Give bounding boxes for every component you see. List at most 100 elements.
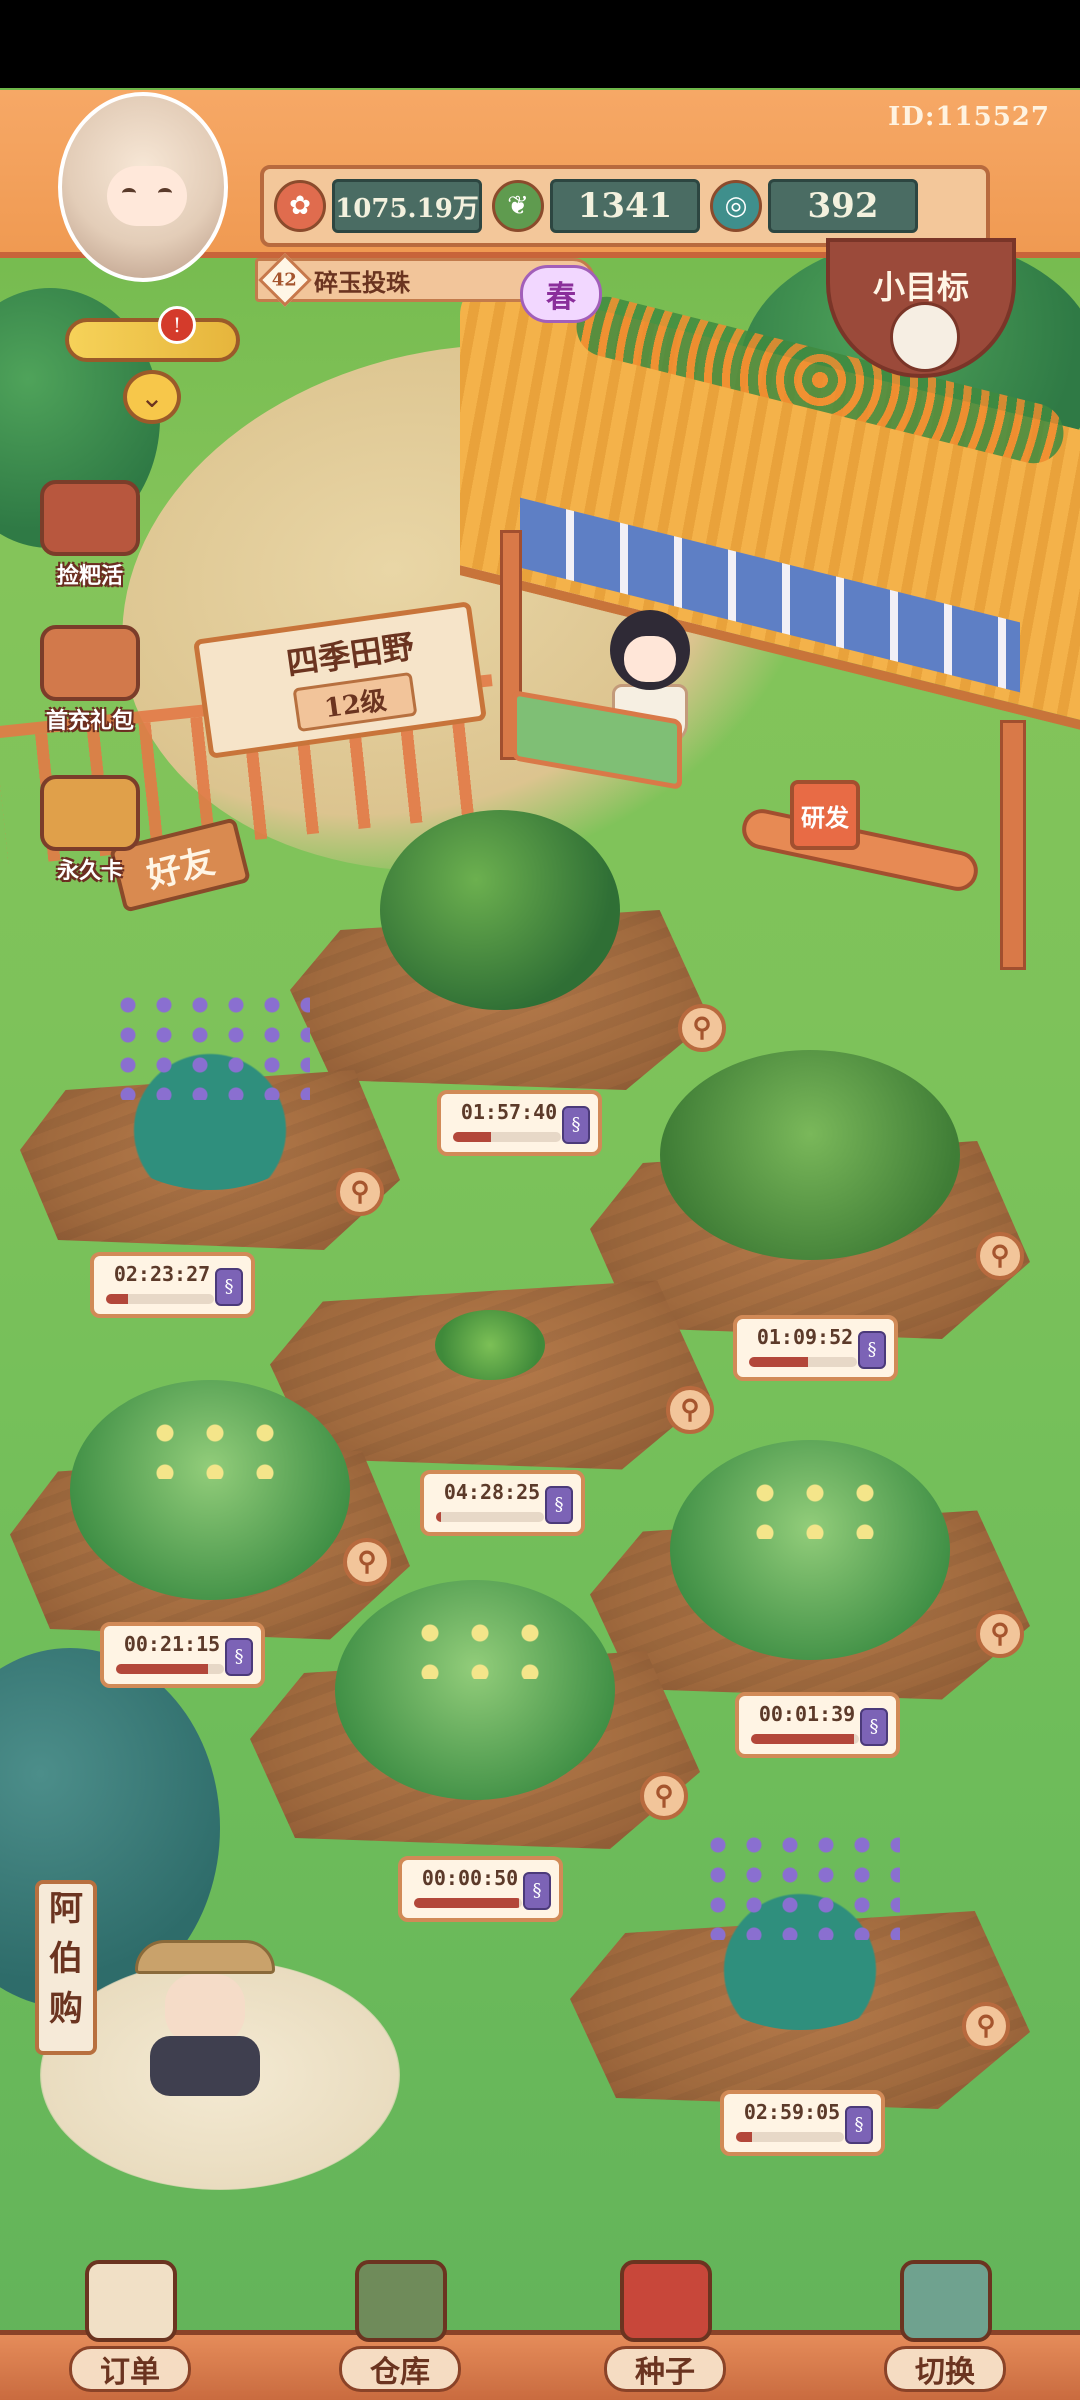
timer-text: 01:57:40 xyxy=(460,1100,558,1124)
inspect-plot-4-button[interactable]: ⚲ xyxy=(666,1386,714,1434)
research-station[interactable]: 研发 xyxy=(738,760,990,900)
timer-fill xyxy=(749,1357,809,1367)
plot-7-timer: 00:00:50 § xyxy=(398,1856,563,1922)
nav-seeds[interactable]: 种子 xyxy=(590,2260,740,2400)
map-icon xyxy=(900,2260,992,2342)
speedup-icon[interactable]: § xyxy=(225,1638,253,1676)
inspect-plot-7-button[interactable]: ⚲ xyxy=(640,1772,688,1820)
farm-sign[interactable]: 四季田野 12级 xyxy=(160,530,487,759)
resource-bar: ✿ 1075.19万 ❦ 1341 ◎ 392 xyxy=(260,165,990,247)
leaf-value: 1341 xyxy=(550,179,700,233)
level-title: 碎玉投珠 xyxy=(314,267,410,297)
chest-icon xyxy=(40,480,140,556)
plot-5-timer: 00:21:15 § xyxy=(100,1622,265,1688)
nav-orders[interactable]: 订单 xyxy=(55,2260,205,2400)
shop-banner-char: 阿 xyxy=(49,1889,83,1929)
chevron-down-icon[interactable]: ⌄ xyxy=(123,370,181,424)
plot-1-timer: 01:57:40 § xyxy=(437,1090,602,1156)
speedup-icon[interactable]: § xyxy=(860,1708,888,1746)
gem-resource[interactable]: ◎ 392 xyxy=(710,179,918,233)
coin-icon: ✿ xyxy=(274,180,326,232)
nav-warehouse[interactable]: 仓库 xyxy=(325,2260,475,2400)
plot-8[interactable] xyxy=(570,1830,1030,2120)
speedup-icon[interactable]: § xyxy=(545,1486,573,1524)
inspect-plot-2-button[interactable]: ⚲ xyxy=(336,1168,384,1216)
shop-banner: 阿 伯 购 xyxy=(35,1880,97,2055)
plant-sprout xyxy=(435,1310,545,1380)
seed-book-icon xyxy=(620,2260,712,2342)
speedup-icon[interactable]: § xyxy=(858,1331,886,1369)
side-button-permanent-card[interactable]: 永久卡 xyxy=(35,775,145,885)
bottom-nav: 订单 仓库 种子 切换 xyxy=(0,2260,1080,2400)
plant-flower xyxy=(670,1440,950,1660)
side-button-first-charge[interactable]: 首充礼包 xyxy=(35,625,145,735)
coin-resource[interactable]: ✿ 1075.19万 xyxy=(274,179,482,233)
season-badge[interactable]: 春 xyxy=(520,265,602,323)
shop-banner-char: 购 xyxy=(49,1989,83,2029)
level-badge: 42 xyxy=(258,253,312,307)
timer-text: 02:23:27 xyxy=(113,1262,211,1286)
timer-bar xyxy=(736,2132,844,2142)
timer-bar xyxy=(414,1898,522,1908)
shop-banner-char: 伯 xyxy=(49,1939,83,1979)
speedup-icon[interactable]: § xyxy=(562,1106,590,1144)
speedup-icon[interactable]: § xyxy=(215,1268,243,1306)
side-label: 捡粑活 xyxy=(56,563,123,589)
side-label: 永久卡 xyxy=(56,858,123,884)
leaf-resource[interactable]: ❦ 1341 xyxy=(492,179,700,233)
timer-bar xyxy=(751,1734,859,1744)
gem-icon: ◎ xyxy=(710,180,762,232)
timer-fill xyxy=(751,1734,854,1744)
timer-bar xyxy=(453,1132,561,1142)
player-avatar[interactable] xyxy=(58,92,228,282)
timer-fill xyxy=(436,1512,442,1522)
timer-text: 00:01:39 xyxy=(758,1702,856,1726)
timer-text: 00:21:15 xyxy=(123,1632,221,1656)
plant-lavender xyxy=(675,1830,925,2030)
plant-flower xyxy=(70,1380,350,1600)
clipboard-icon xyxy=(85,2260,177,2342)
plant-lavender xyxy=(85,990,335,1190)
inspect-plot-8-button[interactable]: ⚲ xyxy=(962,2002,1010,2050)
inspect-plot-5-button[interactable]: ⚲ xyxy=(343,1538,391,1586)
plot-3-timer: 01:09:52 § xyxy=(733,1315,898,1381)
plot-2-timer: 02:23:27 § xyxy=(90,1252,255,1318)
alert-icon: ! xyxy=(158,306,196,344)
scroll-widget[interactable]: ! xyxy=(65,306,240,362)
timer-bar xyxy=(106,1294,214,1304)
side-label: 首充礼包 xyxy=(45,708,134,734)
nav-label: 订单 xyxy=(69,2346,191,2392)
side-button-chores[interactable]: 捡粑活 xyxy=(35,480,145,590)
coin-value: 1075.19万 xyxy=(332,179,482,233)
timer-bar xyxy=(749,1357,857,1367)
speedup-icon[interactable]: § xyxy=(845,2106,873,2144)
plot-2[interactable] xyxy=(20,990,400,1260)
timer-text: 04:28:25 xyxy=(443,1480,541,1504)
timer-text: 02:59:05 xyxy=(743,2100,841,2124)
timer-fill xyxy=(453,1132,491,1142)
character-head xyxy=(610,610,690,690)
plant-tree xyxy=(380,810,620,1010)
inspect-plot-3-button[interactable]: ⚲ xyxy=(976,1232,1024,1280)
avatar-face xyxy=(107,166,187,226)
shed-post-right xyxy=(1000,720,1026,970)
nav-switch[interactable]: 切换 xyxy=(870,2260,1020,2400)
nav-label: 仓库 xyxy=(339,2346,461,2392)
shop-vendor xyxy=(135,1940,275,2096)
gem-value: 392 xyxy=(768,179,918,233)
timer-fill xyxy=(414,1898,519,1908)
timer-bar xyxy=(116,1664,224,1674)
research-machine: 研发 xyxy=(790,780,860,850)
timer-bar xyxy=(436,1512,544,1522)
goal-mascot-icon xyxy=(890,302,960,372)
uncle-shop[interactable]: 阿 伯 购 xyxy=(30,1880,410,2210)
plant-bush xyxy=(660,1050,960,1260)
plot-7[interactable] xyxy=(250,1580,700,1860)
inspect-plot-1-button[interactable]: ⚲ xyxy=(678,1004,726,1052)
speedup-icon[interactable]: § xyxy=(523,1872,551,1910)
inspect-plot-6-button[interactable]: ⚲ xyxy=(976,1610,1024,1658)
leaf-icon: ❦ xyxy=(492,180,544,232)
plot-4-timer: 04:28:25 § xyxy=(420,1470,585,1536)
goal-title: 小目标 xyxy=(872,268,969,306)
timer-text: 01:09:52 xyxy=(756,1325,854,1349)
